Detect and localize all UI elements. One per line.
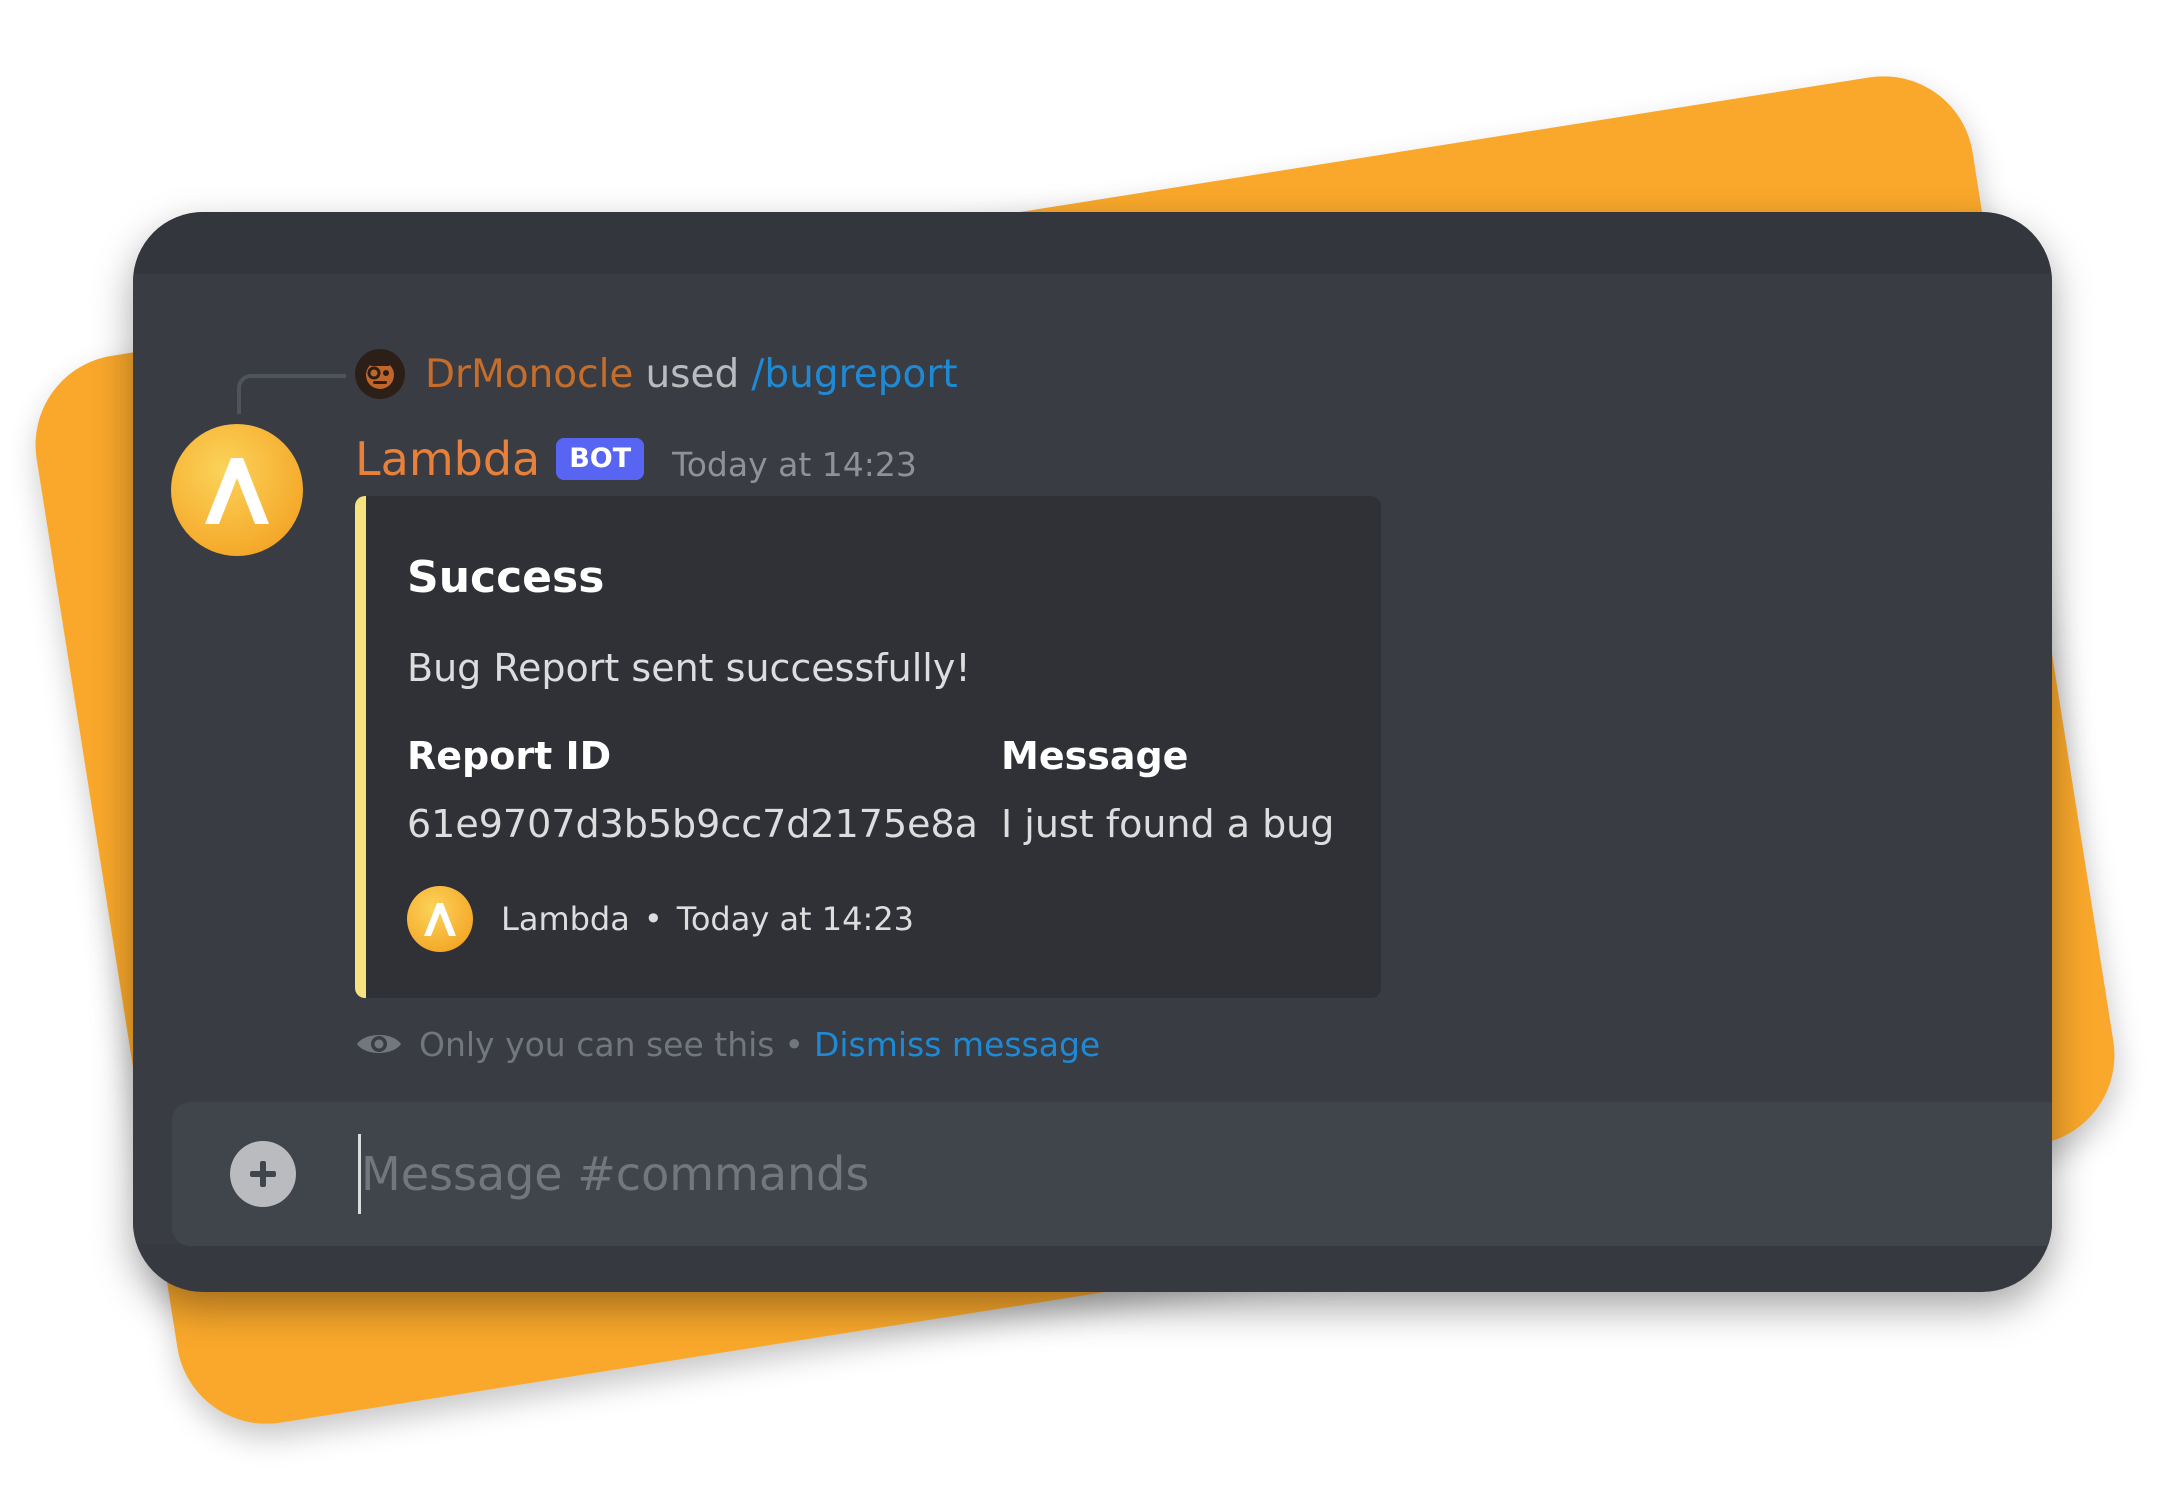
eye-icon <box>357 1035 401 1053</box>
drmonocle-avatar[interactable] <box>355 349 405 399</box>
field-name-report-id: Report ID <box>407 734 612 778</box>
stage: DrMonocle used /bugreport Lambda BOT Tod… <box>0 0 2184 1502</box>
field-value-report-id: 61e9707d3b5b9cc7d2175e8a <box>407 802 978 846</box>
footer-separator: • <box>643 900 663 938</box>
message-area: DrMonocle used /bugreport Lambda BOT Tod… <box>133 274 2052 1244</box>
command-reply-context[interactable]: DrMonocle used /bugreport <box>355 344 958 404</box>
footer-timestamp: Today at 14:23 <box>676 900 914 938</box>
embed-footer: Lambda • Today at 14:23 <box>407 886 914 952</box>
monocle-face-icon <box>366 361 394 389</box>
reply-command[interactable]: /bugreport <box>751 352 957 397</box>
footer-author: Lambda <box>501 900 630 938</box>
ephemeral-notice: Only you can see this • Dismiss message <box>355 1014 1100 1074</box>
field-name-message: Message <box>1001 734 1189 778</box>
author-name[interactable]: Lambda <box>355 432 540 486</box>
dismiss-message-link[interactable]: Dismiss message <box>814 1025 1100 1064</box>
lambda-avatar[interactable] <box>171 424 303 556</box>
reply-used-text: used <box>645 351 740 397</box>
add-attachment-button[interactable] <box>230 1141 296 1207</box>
bot-badge: BOT <box>556 438 645 480</box>
message-header: Lambda BOT Today at 14:23 <box>355 424 917 494</box>
message-timestamp: Today at 14:23 <box>672 444 917 484</box>
field-value-message: I just found a bug <box>1001 802 1335 846</box>
message-composer <box>172 1102 2052 1246</box>
success-embed: Success Bug Report sent successfully! Re… <box>355 496 1381 998</box>
chat-window: DrMonocle used /bugreport Lambda BOT Tod… <box>133 212 2052 1292</box>
lambda-logo-icon <box>205 458 269 524</box>
embed-title: Success <box>407 552 605 603</box>
embed-accent-bar <box>355 496 366 998</box>
embed-description: Bug Report sent successfully! <box>407 646 971 690</box>
footer-avatar <box>407 886 473 952</box>
ephemeral-text: Only you can see this <box>419 1024 775 1064</box>
reply-username[interactable]: DrMonocle <box>425 352 633 397</box>
lambda-logo-icon <box>424 903 456 936</box>
plus-circle-icon <box>250 1161 276 1187</box>
window-top-strip <box>133 212 2052 274</box>
reply-connector-line <box>237 374 346 414</box>
ephemeral-separator: • <box>784 1024 804 1064</box>
message-input[interactable] <box>358 1134 1861 1214</box>
